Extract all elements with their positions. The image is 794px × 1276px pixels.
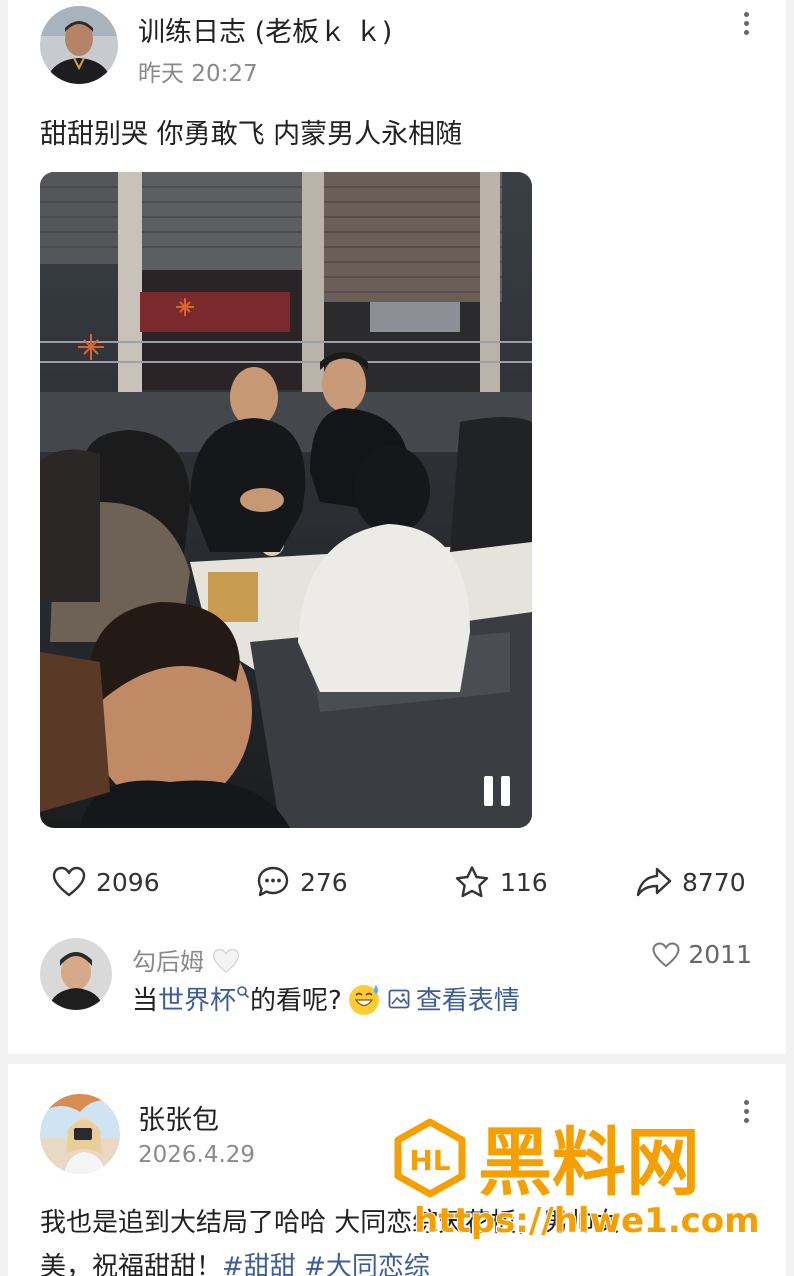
grinning-sweat-emoji xyxy=(348,984,379,1015)
watermark-url: https://hlwe1.com xyxy=(414,1201,760,1241)
like-count: 2096 xyxy=(96,867,160,897)
image-icon xyxy=(388,989,410,1008)
hashtag-link[interactable]: #大同恋综 xyxy=(304,1252,430,1276)
author-name[interactable]: 训练日志 (老板ｋ ｋ) xyxy=(138,10,392,49)
heart-icon xyxy=(52,866,86,897)
comment-text-start: 当 xyxy=(132,986,159,1016)
view-sticker-link[interactable]: 查看表情 xyxy=(416,980,520,1017)
comment-bubble-icon xyxy=(257,866,289,897)
commenter-avatar[interactable] xyxy=(40,938,112,1010)
comment-like-button[interactable]: 2011 xyxy=(652,940,752,969)
post-time-2: 2026.4.29 xyxy=(138,1142,256,1168)
post-time: 昨天 20:27 xyxy=(138,61,258,87)
comment-text: 当 世界杯 的看呢? 查看表情 xyxy=(132,980,520,1017)
post-text: 甜甜别哭 你勇敢飞 内蒙男人永相随 xyxy=(40,119,463,150)
author-name-2[interactable]: 张张包 xyxy=(138,1098,219,1137)
favorite-button[interactable]: 116 xyxy=(454,862,548,902)
post-text-2-line2: 美，祝福甜甜！#甜甜 #大同恋综 xyxy=(40,1246,430,1276)
site-watermark: HL 黑料网 https://hlwe1.com xyxy=(392,1118,772,1248)
like-button[interactable]: 2096 xyxy=(52,862,160,902)
hashtag-link[interactable]: #甜甜 xyxy=(222,1252,296,1276)
video-player[interactable] xyxy=(40,172,532,828)
author-avatar-2[interactable] xyxy=(40,1094,120,1174)
author-avatar[interactable] xyxy=(40,6,118,84)
favorite-count: 116 xyxy=(500,867,548,897)
watermark-logo: HL 黑料网 https://hlwe1.com xyxy=(394,1118,761,1242)
commenter-name-text: 勾后姆 xyxy=(132,948,204,976)
post-text-2-line2-text: 美，祝福甜甜！ xyxy=(40,1252,223,1276)
share-count: 8770 xyxy=(682,867,746,897)
search-small-icon xyxy=(237,985,250,998)
svg-text:HL: HL xyxy=(409,1144,450,1177)
pause-icon[interactable] xyxy=(484,776,512,806)
post-card: 训练日志 (老板ｋ ｋ) 昨天 20:27 甜甜别哭 你勇敢飞 内蒙男人永相随 xyxy=(8,0,786,1054)
commenter-name[interactable]: 勾后姆 xyxy=(132,942,240,977)
more-vertical-icon[interactable] xyxy=(742,12,750,42)
star-icon xyxy=(455,866,489,898)
watermark-text: 黑料网 xyxy=(478,1120,700,1206)
comment-text-end: 的看呢? xyxy=(250,986,342,1016)
share-button[interactable]: 8770 xyxy=(636,862,746,902)
share-arrow-icon xyxy=(636,867,672,897)
heart-icon xyxy=(652,941,680,967)
comment-topic-link[interactable]: 世界杯 xyxy=(158,980,236,1017)
comment-like-count: 2011 xyxy=(688,940,752,969)
white-heart-icon xyxy=(212,948,239,973)
comment-button[interactable]: 276 xyxy=(256,862,348,902)
comment-count: 276 xyxy=(300,867,348,897)
